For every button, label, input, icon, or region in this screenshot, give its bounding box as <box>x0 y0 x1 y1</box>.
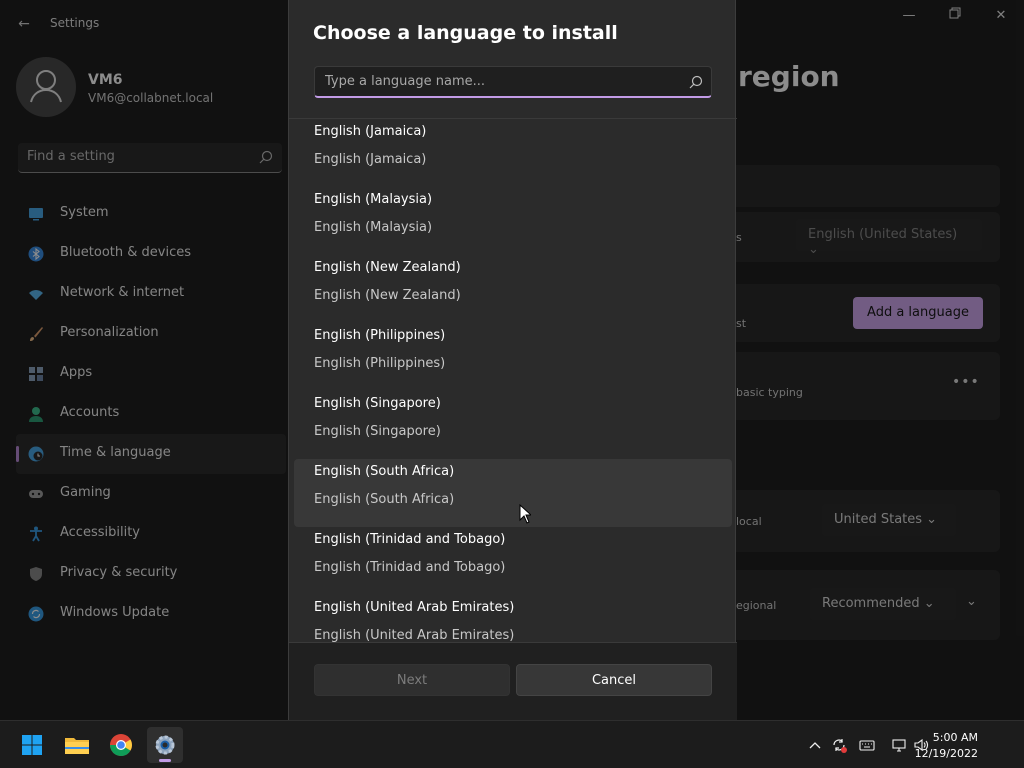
active-app-indicator <box>159 759 171 762</box>
language-name: English (Philippines) <box>314 328 446 343</box>
language-name: English (Trinidad and Tobago) <box>314 532 506 547</box>
language-list: English (Jamaica) English (Jamaica) Engl… <box>289 119 737 642</box>
chrome-button[interactable] <box>103 727 139 763</box>
language-name: English (United Arab Emirates) <box>314 600 515 615</box>
start-button[interactable] <box>14 727 50 763</box>
keyboard-icon[interactable] <box>859 737 875 753</box>
language-native-name: English (New Zealand) <box>314 288 461 303</box>
sync-alert-icon[interactable] <box>831 737 847 753</box>
language-name: English (Jamaica) <box>314 124 427 139</box>
language-native-name: English (Trinidad and Tobago) <box>314 560 506 575</box>
clock-time: 5:00 AM <box>932 731 978 744</box>
screen: ← Settings — ✕ VM6 VM6@collabnet.local F… <box>0 0 1024 768</box>
language-search-field[interactable] <box>314 66 712 98</box>
language-item[interactable]: English (Philippines) English (Philippin… <box>294 323 732 391</box>
dialog-footer: Next Cancel <box>289 642 737 720</box>
mouse-cursor-icon <box>519 503 533 528</box>
language-name: English (Singapore) <box>314 396 441 411</box>
show-hidden-icons-chevron-icon[interactable] <box>807 737 823 753</box>
language-dialog: Choose a language to install English (Ja… <box>288 0 737 720</box>
language-native-name: English (United Arab Emirates) <box>314 628 515 642</box>
search-icon <box>689 74 703 93</box>
language-list-viewport[interactable]: English (Jamaica) English (Jamaica) Engl… <box>289 118 737 642</box>
taskbar-clock[interactable]: 5:00 AM 12/19/2022 <box>915 730 978 762</box>
dialog-title: Choose a language to install <box>313 22 618 44</box>
language-item[interactable]: English (Malaysia) English (Malaysia) <box>294 187 732 255</box>
language-search-input[interactable] <box>315 67 675 96</box>
language-item[interactable]: English (New Zealand) English (New Zeala… <box>294 255 732 323</box>
settings-icon <box>155 735 175 755</box>
clock-date: 12/19/2022 <box>914 747 978 760</box>
network-icon[interactable] <box>891 737 907 753</box>
language-native-name: English (Singapore) <box>314 424 441 439</box>
start-icon <box>22 735 42 755</box>
language-name: English (South Africa) <box>314 464 455 479</box>
settings-taskbar-button[interactable] <box>147 727 183 763</box>
taskbar: 5:00 AM 12/19/2022 <box>0 720 1024 768</box>
language-item[interactable]: English (Singapore) English (Singapore) <box>294 391 732 459</box>
language-native-name: English (Malaysia) <box>314 220 433 235</box>
language-native-name: English (South Africa) <box>314 492 455 507</box>
language-name: English (Malaysia) <box>314 192 433 207</box>
language-item[interactable]: English (Jamaica) English (Jamaica) <box>294 119 732 187</box>
language-item[interactable]: English (United Arab Emirates) English (… <box>294 595 732 642</box>
file-explorer-icon <box>65 738 89 754</box>
language-native-name: English (Philippines) <box>314 356 446 371</box>
language-item-hovered[interactable]: English (South Africa) English (South Af… <box>294 459 732 527</box>
next-button[interactable]: Next <box>314 664 510 696</box>
language-item[interactable]: English (Trinidad and Tobago) English (T… <box>294 527 732 595</box>
language-name: English (New Zealand) <box>314 260 461 275</box>
file-explorer-button[interactable] <box>59 727 95 763</box>
language-native-name: English (Jamaica) <box>314 152 427 167</box>
cancel-button[interactable]: Cancel <box>516 664 712 696</box>
chrome-icon <box>110 734 132 756</box>
